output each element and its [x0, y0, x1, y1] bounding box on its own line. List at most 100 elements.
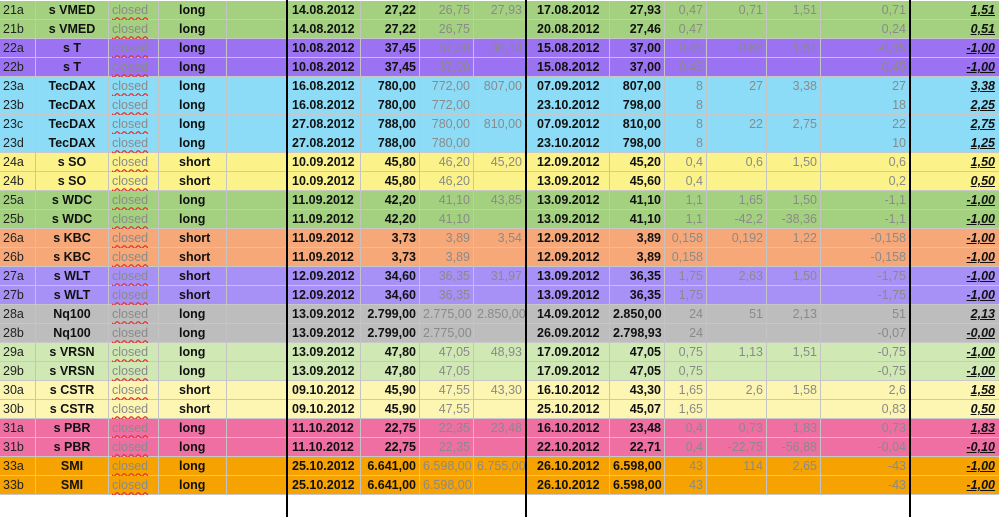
cell-entry-price[interactable]: 34,60: [361, 267, 420, 286]
cell-target[interactable]: [474, 400, 526, 419]
cell-entry-date[interactable]: 11.10.2012: [287, 419, 361, 438]
cell-stop[interactable]: 772,00: [420, 77, 474, 96]
cell-direction[interactable]: short: [159, 172, 227, 191]
cell-exit-price[interactable]: 22,71: [610, 438, 665, 457]
cell-target[interactable]: [474, 20, 526, 39]
cell-blank[interactable]: [227, 305, 287, 324]
cell-crv[interactable]: 1,51: [767, 343, 821, 362]
cell-exit-price[interactable]: 798,00: [610, 134, 665, 153]
cell-r-multiple[interactable]: -1,00: [910, 362, 999, 381]
cell-entry-price[interactable]: 6.641,00: [361, 457, 420, 476]
cell-stop[interactable]: 37,00: [420, 39, 474, 58]
cell-crv[interactable]: [767, 476, 821, 495]
cell-r-multiple[interactable]: -1,00: [910, 39, 999, 58]
cell-stop[interactable]: 41,10: [420, 191, 474, 210]
cell-risk[interactable]: 1,75: [665, 286, 707, 305]
cell-reward[interactable]: [707, 134, 767, 153]
cell-r-multiple[interactable]: 0,50: [910, 400, 999, 419]
cell-r-multiple[interactable]: -1,00: [910, 457, 999, 476]
cell-exit-date[interactable]: 13.09.2012: [526, 267, 610, 286]
cell-reward[interactable]: [707, 286, 767, 305]
cell-crv[interactable]: 1,22: [767, 229, 821, 248]
cell-status[interactable]: closed: [109, 248, 159, 267]
cell-entry-price[interactable]: 22,75: [361, 438, 420, 457]
cell-result[interactable]: -1,75: [821, 286, 910, 305]
cell-status[interactable]: closed: [109, 381, 159, 400]
cell-exit-date[interactable]: 17.08.2012: [526, 1, 610, 20]
cell-result[interactable]: 27: [821, 77, 910, 96]
cell-target[interactable]: [474, 324, 526, 343]
cell-status[interactable]: closed: [109, 476, 159, 495]
cell-status[interactable]: closed: [109, 457, 159, 476]
cell-result[interactable]: -0,45: [821, 58, 910, 77]
cell-r-multiple[interactable]: -1,00: [910, 191, 999, 210]
cell-symbol[interactable]: s CSTR: [36, 381, 109, 400]
cell-r-multiple[interactable]: 1,50: [910, 153, 999, 172]
cell-status[interactable]: closed: [109, 229, 159, 248]
cell-result[interactable]: -0,75: [821, 343, 910, 362]
cell-target[interactable]: [474, 134, 526, 153]
cell-stop[interactable]: 2.775,00: [420, 305, 474, 324]
cell-blank[interactable]: [227, 20, 287, 39]
cell-blank[interactable]: [227, 286, 287, 305]
cell-stop[interactable]: 46,20: [420, 172, 474, 191]
cell-id[interactable]: 29b: [0, 362, 36, 381]
cell-crv[interactable]: 1,50: [767, 191, 821, 210]
cell-exit-price[interactable]: 27,46: [610, 20, 665, 39]
cell-status[interactable]: closed: [109, 324, 159, 343]
cell-result[interactable]: 18: [821, 96, 910, 115]
cell-r-multiple[interactable]: 3,38: [910, 77, 999, 96]
cell-id[interactable]: 27b: [0, 286, 36, 305]
cell-stop[interactable]: 36,35: [420, 267, 474, 286]
cell-stop[interactable]: 47,05: [420, 343, 474, 362]
cell-crv[interactable]: 2,75: [767, 115, 821, 134]
cell-status[interactable]: closed: [109, 77, 159, 96]
cell-direction[interactable]: long: [159, 115, 227, 134]
cell-entry-price[interactable]: 45,80: [361, 172, 420, 191]
cell-crv[interactable]: 1,83: [767, 419, 821, 438]
cell-symbol[interactable]: s CSTR: [36, 400, 109, 419]
cell-crv[interactable]: -38,36: [767, 210, 821, 229]
cell-status[interactable]: closed: [109, 115, 159, 134]
cell-direction[interactable]: long: [159, 96, 227, 115]
cell-target[interactable]: 43,85: [474, 191, 526, 210]
cell-symbol[interactable]: s KBC: [36, 229, 109, 248]
cell-result[interactable]: -1,1: [821, 191, 910, 210]
cell-result[interactable]: 0,73: [821, 419, 910, 438]
cell-exit-price[interactable]: 36,35: [610, 286, 665, 305]
cell-id[interactable]: 26a: [0, 229, 36, 248]
cell-exit-price[interactable]: 2.850,00: [610, 305, 665, 324]
cell-risk[interactable]: 0,4: [665, 153, 707, 172]
cell-entry-date[interactable]: 12.09.2012: [287, 286, 361, 305]
cell-result[interactable]: 0,6: [821, 153, 910, 172]
cell-entry-date[interactable]: 09.10.2012: [287, 400, 361, 419]
cell-reward[interactable]: [707, 96, 767, 115]
cell-risk[interactable]: 0,45: [665, 58, 707, 77]
cell-blank[interactable]: [227, 172, 287, 191]
cell-crv[interactable]: [767, 286, 821, 305]
cell-r-multiple[interactable]: 1,58: [910, 381, 999, 400]
cell-r-multiple[interactable]: 1,83: [910, 419, 999, 438]
cell-stop[interactable]: 47,55: [420, 381, 474, 400]
cell-crv[interactable]: [767, 400, 821, 419]
cell-exit-date[interactable]: 26.10.2012: [526, 476, 610, 495]
cell-r-multiple[interactable]: -1,00: [910, 286, 999, 305]
cell-stop[interactable]: 780,00: [420, 134, 474, 153]
cell-symbol[interactable]: s KBC: [36, 248, 109, 267]
cell-entry-date[interactable]: 11.09.2012: [287, 248, 361, 267]
cell-risk[interactable]: 24: [665, 305, 707, 324]
cell-entry-date[interactable]: 10.08.2012: [287, 39, 361, 58]
cell-risk[interactable]: 43: [665, 457, 707, 476]
cell-risk[interactable]: 1,65: [665, 400, 707, 419]
cell-entry-price[interactable]: 45,90: [361, 400, 420, 419]
cell-entry-date[interactable]: 11.10.2012: [287, 438, 361, 457]
cell-exit-price[interactable]: 45,20: [610, 153, 665, 172]
cell-id[interactable]: 28a: [0, 305, 36, 324]
cell-target[interactable]: [474, 96, 526, 115]
cell-status[interactable]: closed: [109, 172, 159, 191]
cell-entry-price[interactable]: 45,80: [361, 153, 420, 172]
cell-status[interactable]: closed: [109, 210, 159, 229]
cell-reward[interactable]: [707, 248, 767, 267]
cell-symbol[interactable]: TecDAX: [36, 96, 109, 115]
cell-target[interactable]: 23,48: [474, 419, 526, 438]
